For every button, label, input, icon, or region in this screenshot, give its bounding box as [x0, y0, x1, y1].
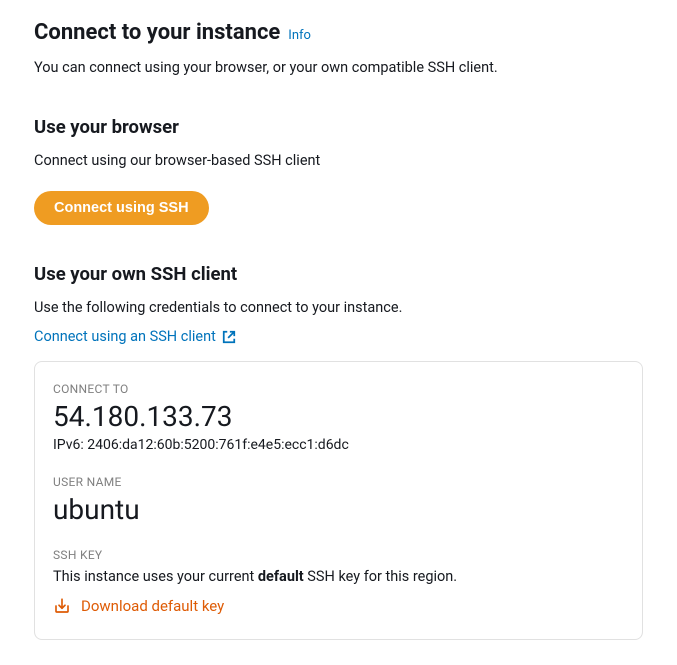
ip-address: 54.180.133.73	[53, 402, 624, 433]
download-key-label: Download default key	[81, 597, 224, 615]
download-key-link[interactable]: Download default key	[53, 597, 224, 615]
ipv6-row: IPv6: 2406:da12:60b:5200:761f:e4e5:ecc1:…	[53, 437, 624, 453]
browser-section: Use your browser Connect using our brows…	[34, 116, 643, 225]
credentials-box: CONNECT TO 54.180.133.73 IPv6: 2406:da12…	[34, 361, 643, 640]
sshkey-text: This instance uses your current default …	[53, 568, 624, 585]
sshkey-text-suffix: SSH key for this region.	[304, 568, 457, 585]
browser-section-desc: Connect using our browser-based SSH clie…	[34, 152, 643, 169]
username-value: ubuntu	[53, 495, 624, 526]
sshkey-label: SSH KEY	[53, 548, 624, 562]
ipv6-prefix: IPv6:	[53, 437, 87, 453]
ssh-client-link[interactable]: Connect using an SSH client	[34, 328, 236, 345]
header-row: Connect to your instance Info	[34, 20, 643, 45]
browser-section-title: Use your browser	[34, 116, 643, 138]
ssh-section-title: Use your own SSH client	[34, 263, 643, 285]
ssh-section: Use your own SSH client Use the followin…	[34, 263, 643, 640]
ipv6-address: 2406:da12:60b:5200:761f:e4e5:ecc1:d6dc	[87, 437, 349, 453]
ssh-section-desc: Use the following credentials to connect…	[34, 299, 643, 316]
ssh-client-link-label: Connect using an SSH client	[34, 328, 216, 345]
page-title: Connect to your instance	[34, 20, 280, 45]
info-link[interactable]: Info	[288, 28, 311, 43]
username-label: USER NAME	[53, 475, 624, 489]
connect-to-label: CONNECT TO	[53, 382, 624, 396]
external-link-icon	[222, 330, 236, 344]
sshkey-text-prefix: This instance uses your current	[53, 568, 258, 585]
page-description: You can connect using your browser, or y…	[34, 58, 643, 78]
connect-ssh-button[interactable]: Connect using SSH	[34, 191, 209, 225]
sshkey-text-bold: default	[258, 568, 304, 585]
download-icon	[53, 597, 71, 615]
